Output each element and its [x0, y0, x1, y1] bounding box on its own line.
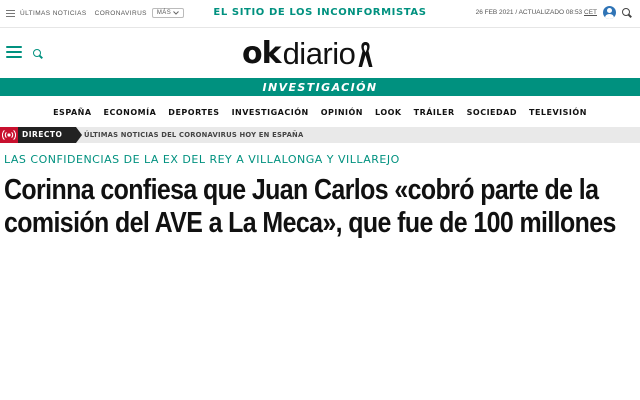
live-broadcast-icon	[0, 127, 18, 143]
hamburger-menu-icon[interactable]	[6, 46, 22, 59]
updated-time: / ACTUALIZADO 08:53	[515, 9, 583, 16]
breaking-news-link[interactable]: ÚLTIMAS NOTICIAS	[20, 10, 87, 17]
section-banner: INVESTIGACIÓN	[0, 78, 640, 96]
nav-item-television[interactable]: TELEVISIÓN	[529, 103, 587, 123]
search-icon[interactable]	[33, 49, 43, 59]
nav-item-look[interactable]: LOOK	[375, 103, 402, 123]
user-account-icon[interactable]	[603, 6, 616, 19]
section-title[interactable]: INVESTIGACIÓN	[263, 81, 378, 94]
top-utility-bar: ÚLTIMAS NOTICIAS CORONAVIRUS MÁS EL SITI…	[0, 0, 640, 28]
nav-item-deportes[interactable]: DEPORTES	[168, 103, 219, 123]
article-kicker: LAS CONFIDENCIAS DE LA EX DEL REY A VILL…	[4, 153, 400, 166]
site-slogan: EL SITIO DE LOS INCONFORMISTAS	[213, 7, 427, 18]
mourning-ribbon-icon	[358, 42, 373, 67]
chevron-down-icon	[173, 11, 179, 15]
timezone-link[interactable]: CET	[584, 9, 597, 16]
nav-item-espana[interactable]: ESPAÑA	[53, 103, 91, 123]
more-dropdown-button[interactable]: MÁS	[151, 8, 185, 18]
nav-item-trailer[interactable]: TRÁILER	[414, 103, 455, 123]
nav-item-investigacion[interactable]: INVESTIGACIÓN	[232, 103, 309, 123]
live-label: DIRECTO	[18, 127, 76, 143]
nav-item-opinion[interactable]: OPINIÓN	[321, 103, 363, 123]
nav-item-economia[interactable]: ECONOMÍA	[104, 103, 157, 123]
logo-ok: ok	[242, 36, 282, 71]
date-text: 26 FEB 2021	[475, 9, 514, 16]
search-icon[interactable]	[622, 7, 632, 18]
coronavirus-link[interactable]: CORONAVIRUS	[95, 10, 147, 17]
live-tag-arrow	[76, 127, 82, 143]
top-links: ÚLTIMAS NOTICIAS CORONAVIRUS MÁS	[6, 8, 185, 18]
list-icon	[6, 9, 15, 18]
date-display: 26 FEB 2021 / ACTUALIZADO 08:53 CET	[476, 9, 597, 16]
logo-diario: diario	[282, 36, 356, 71]
more-label: MÁS	[156, 10, 172, 16]
site-header: ok diario	[0, 28, 640, 78]
nav-item-sociedad[interactable]: SOCIEDAD	[467, 103, 517, 123]
article-headline: Corinna confiesa que Juan Carlos «cobró …	[4, 174, 616, 239]
live-news-bar[interactable]: DIRECTO ÚLTIMAS NOTICIAS DEL CORONAVIRUS…	[0, 127, 640, 143]
site-logo[interactable]: ok diario	[242, 37, 373, 69]
live-tag: DIRECTO	[0, 127, 82, 143]
live-news-link[interactable]: ÚLTIMAS NOTICIAS DEL CORONAVIRUS HOY EN …	[84, 127, 303, 143]
top-right-info: 26 FEB 2021 / ACTUALIZADO 08:53 CET	[476, 6, 632, 19]
main-navigation: ESPAÑA ECONOMÍA DEPORTES INVESTIGACIÓN OPINI…	[0, 102, 640, 122]
